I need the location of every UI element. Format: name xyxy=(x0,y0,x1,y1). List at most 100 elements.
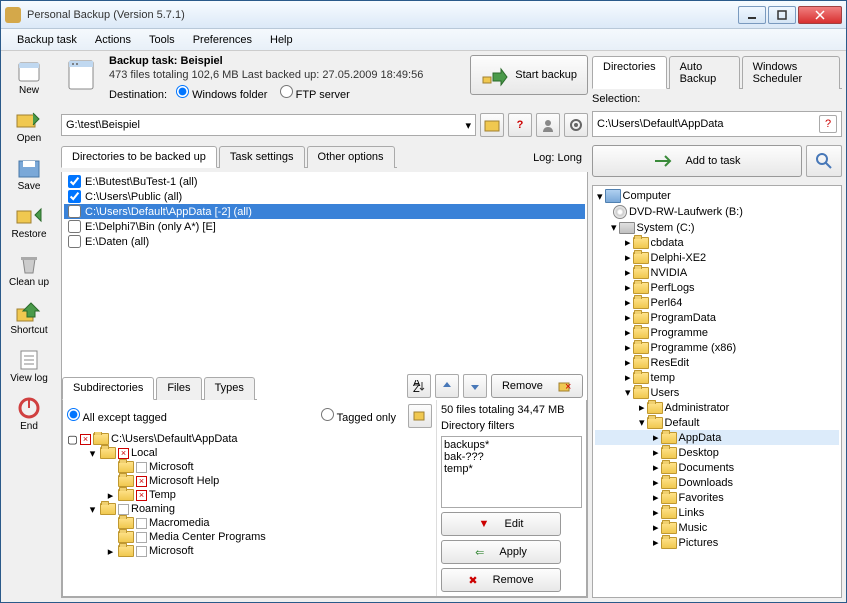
dir-checkbox[interactable] xyxy=(68,190,81,203)
expand-icon[interactable]: ▸ xyxy=(625,296,631,309)
directory-list[interactable]: E:\Butest\BuTest-1 (all)C:\Users\Public … xyxy=(62,172,587,372)
sidebar-clean-up[interactable]: Clean up xyxy=(4,247,54,293)
filter-remove-button[interactable]: ✖ Remove xyxy=(441,568,561,592)
drive-tree-node[interactable]: ▸ Music xyxy=(595,520,839,535)
subtree-node[interactable]: ▸ Microsoft xyxy=(67,544,432,558)
dir-item[interactable]: C:\Users\Public (all) xyxy=(64,189,585,204)
filter-list[interactable]: backups*bak-???temp* xyxy=(441,436,582,508)
expand-icon[interactable]: ▸ xyxy=(625,326,631,339)
expand-icon[interactable]: ▸ xyxy=(625,371,631,384)
minimize-button[interactable] xyxy=(738,6,766,24)
drive-tree-node[interactable]: ▸ NVIDIA xyxy=(595,265,839,280)
expand-icon[interactable]: ▾ xyxy=(625,386,631,399)
tag-options-button[interactable] xyxy=(408,404,432,428)
tag-empty-icon[interactable] xyxy=(136,532,147,543)
drive-tree-node[interactable]: ▸ cbdata xyxy=(595,235,839,250)
rtab-win-scheduler[interactable]: Windows Scheduler xyxy=(742,56,840,89)
drive-tree[interactable]: ▾ Computer DVD-RW-Laufwerk (B:)▾ System … xyxy=(592,185,842,598)
move-down-button[interactable] xyxy=(463,374,487,398)
drive-tree-node[interactable]: ▸ ResEdit xyxy=(595,355,839,370)
menu-actions[interactable]: Actions xyxy=(87,32,139,48)
gear-button[interactable] xyxy=(564,113,588,137)
radio-windows-folder[interactable]: Windows folder xyxy=(176,89,267,101)
drive-tree-node[interactable]: ▸ Perl64 xyxy=(595,295,839,310)
maximize-button[interactable] xyxy=(768,6,796,24)
expand-icon[interactable]: ▸ xyxy=(625,356,631,369)
subtree-root[interactable]: ▢× C:\Users\Default\AppData xyxy=(67,432,432,446)
expand-icon[interactable]: ▸ xyxy=(653,491,659,504)
tab-other-options[interactable]: Other options xyxy=(307,146,395,168)
tab-directories[interactable]: Directories to be backed up xyxy=(61,146,217,168)
move-up-button[interactable] xyxy=(435,374,459,398)
drive-tree-node[interactable]: ▸ Desktop xyxy=(595,445,839,460)
tag-empty-icon[interactable] xyxy=(136,518,147,529)
user-button[interactable] xyxy=(536,113,560,137)
drive-tree-node[interactable]: ▸ Documents xyxy=(595,460,839,475)
browse-button[interactable] xyxy=(480,113,504,137)
sidebar-new[interactable]: New xyxy=(4,55,54,101)
subtab-subdirectories[interactable]: Subdirectories xyxy=(62,377,154,400)
filter-apply-button[interactable]: ⇐ Apply xyxy=(441,540,561,564)
drive-tree-node[interactable]: ▸ Favorites xyxy=(595,490,839,505)
drive-tree-node[interactable]: ▸ PerfLogs xyxy=(595,280,839,295)
menu-help[interactable]: Help xyxy=(262,32,301,48)
tag-empty-icon[interactable] xyxy=(136,462,147,473)
add-to-task-button[interactable]: Add to task xyxy=(592,145,802,177)
expand-icon[interactable]: ▾ xyxy=(597,190,603,203)
tag-x-icon[interactable]: × xyxy=(118,448,129,459)
drive-tree-node[interactable]: ▾ Default xyxy=(595,415,839,430)
expand-icon[interactable]: ▸ xyxy=(105,546,116,557)
expand-icon[interactable]: ▸ xyxy=(653,476,659,489)
destination-combo[interactable]: G:\test\Beispiel ▾ xyxy=(61,114,476,136)
drive-tree-node[interactable]: ▸ Downloads xyxy=(595,475,839,490)
expand-icon[interactable]: ▸ xyxy=(625,281,631,294)
drive-tree-node[interactable]: ▸ Links xyxy=(595,505,839,520)
help-button[interactable]: ? xyxy=(819,115,837,133)
filter-item[interactable]: temp* xyxy=(444,463,579,475)
radio-tagged-only[interactable]: Tagged only xyxy=(321,408,396,424)
help-red-button[interactable]: ? xyxy=(508,113,532,137)
sidebar-view-log[interactable]: View log xyxy=(4,343,54,389)
expand-icon[interactable]: ▸ xyxy=(625,266,631,279)
expand-icon[interactable]: ▸ xyxy=(653,521,659,534)
rtab-directories[interactable]: Directories xyxy=(592,56,667,89)
expand-icon[interactable]: ▾ xyxy=(87,504,98,515)
subtree-node[interactable]: Macromedia xyxy=(67,516,432,530)
subtree-node[interactable]: ▾ Roaming xyxy=(67,502,432,516)
dir-checkbox[interactable] xyxy=(68,220,81,233)
expand-icon[interactable]: ▸ xyxy=(653,461,659,474)
expand-icon[interactable]: ▾ xyxy=(611,221,617,234)
drive-tree-node[interactable]: ▸ Administrator xyxy=(595,400,839,415)
expand-icon[interactable]: ▾ xyxy=(87,448,98,459)
filter-item[interactable]: backups* xyxy=(444,439,579,451)
tag-x-icon[interactable]: × xyxy=(136,476,147,487)
drive-tree-node[interactable]: ▾ Computer xyxy=(595,188,839,204)
drive-tree-node[interactable]: ▸ AppData xyxy=(595,430,839,445)
menu-preferences[interactable]: Preferences xyxy=(185,32,260,48)
dir-item[interactable]: E:\Butest\BuTest-1 (all) xyxy=(64,174,585,189)
start-backup-button[interactable]: Start backup xyxy=(470,55,588,95)
tag-empty-icon[interactable] xyxy=(136,546,147,557)
sidebar-end[interactable]: End xyxy=(4,391,54,437)
subtree-node[interactable]: Microsoft xyxy=(67,460,432,474)
close-button[interactable] xyxy=(798,6,842,24)
sidebar-shortcut[interactable]: Shortcut xyxy=(4,295,54,341)
expand-icon[interactable]: ▸ xyxy=(653,506,659,519)
expand-icon[interactable]: ▸ xyxy=(625,311,631,324)
subtree-node[interactable]: Media Center Programs xyxy=(67,530,432,544)
radio-ftp-server[interactable]: FTP server xyxy=(280,89,350,101)
subtab-types[interactable]: Types xyxy=(204,377,255,400)
sidebar-open[interactable]: Open xyxy=(4,103,54,149)
sidebar-save[interactable]: Save xyxy=(4,151,54,197)
rtab-auto-backup[interactable]: Auto Backup xyxy=(669,56,740,89)
drive-tree-node[interactable]: ▸ Pictures xyxy=(595,535,839,550)
subtree-node[interactable]: ▸ × Temp xyxy=(67,488,432,502)
drive-tree-node[interactable]: ▾ System (C:) xyxy=(595,220,839,235)
dir-checkbox[interactable] xyxy=(68,205,81,218)
drive-tree-node[interactable]: ▸ temp xyxy=(595,370,839,385)
sidebar-restore[interactable]: Restore xyxy=(4,199,54,245)
expand-icon[interactable]: ▸ xyxy=(639,401,645,414)
filter-edit-button[interactable]: ▼ Edit xyxy=(441,512,561,536)
drive-tree-node[interactable]: ▸ Programme xyxy=(595,325,839,340)
drive-tree-node[interactable]: ▾ Users xyxy=(595,385,839,400)
